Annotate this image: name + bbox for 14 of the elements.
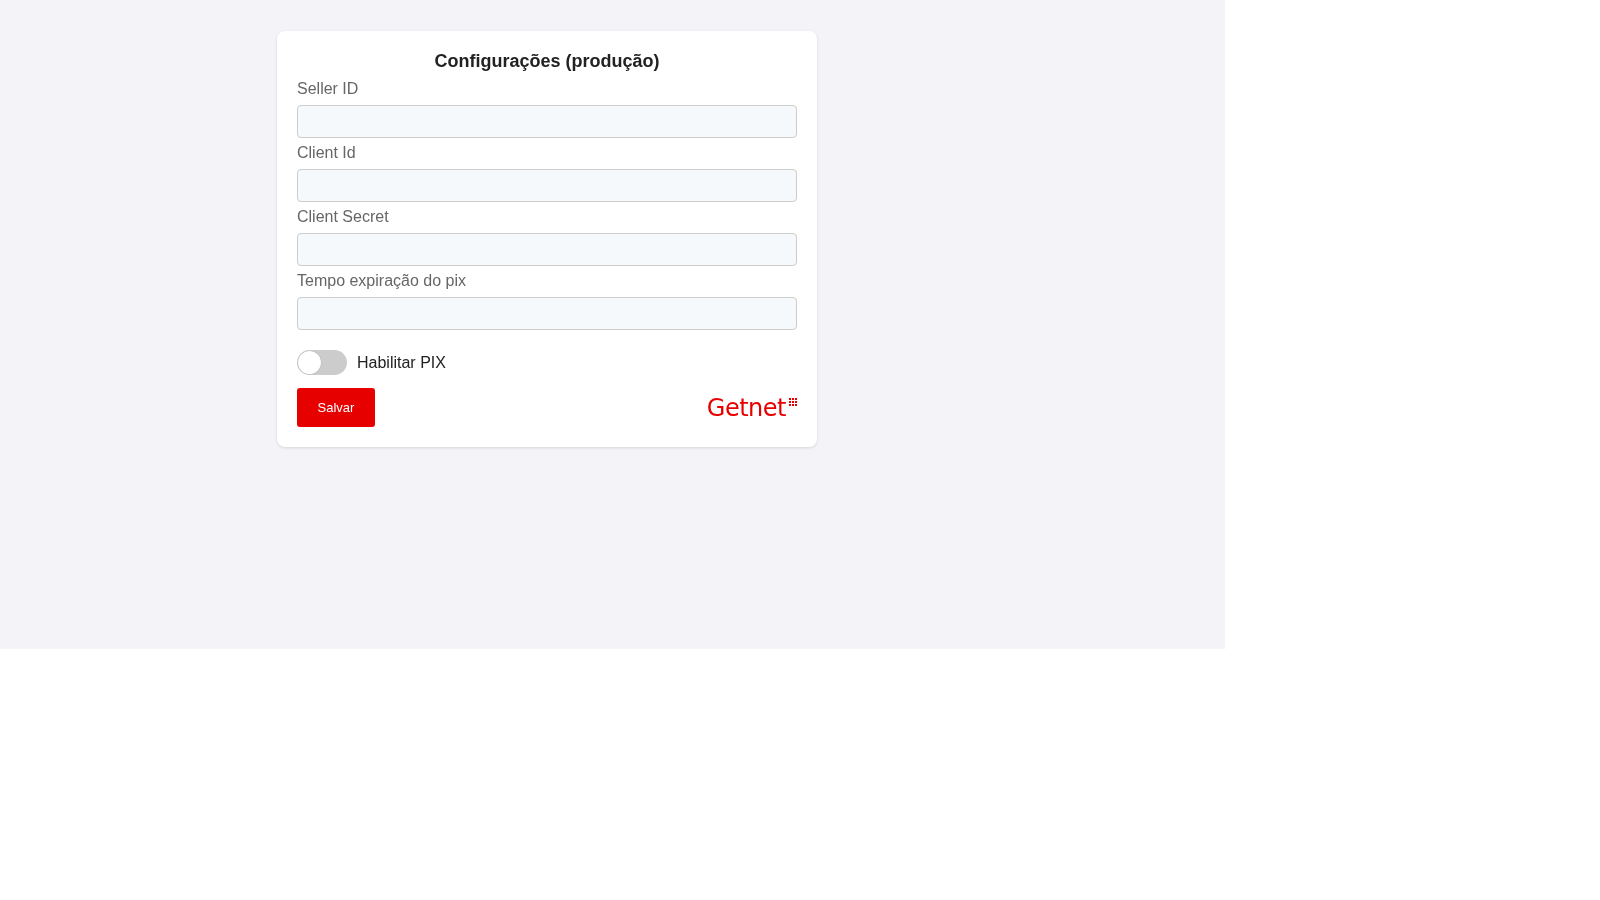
save-button[interactable]: Salvar <box>297 388 375 427</box>
input-field[interactable] <box>297 297 797 330</box>
toggle-label: Habilitar PIX <box>357 353 446 372</box>
dots-icon <box>789 397 797 406</box>
toggle-switch[interactable] <box>297 350 347 375</box>
field-label: Client Secret <box>297 207 390 227</box>
input-field[interactable] <box>297 105 797 138</box>
field-label: Tempo expiração do pix <box>297 271 467 291</box>
input-field[interactable] <box>297 169 797 202</box>
input-field[interactable] <box>297 233 797 266</box>
field-label: Client Id <box>297 143 357 163</box>
logo-text: Getnet <box>706 394 786 421</box>
form-title: Configurações (produção) <box>433 50 661 73</box>
field-label: Seller ID <box>297 79 360 99</box>
